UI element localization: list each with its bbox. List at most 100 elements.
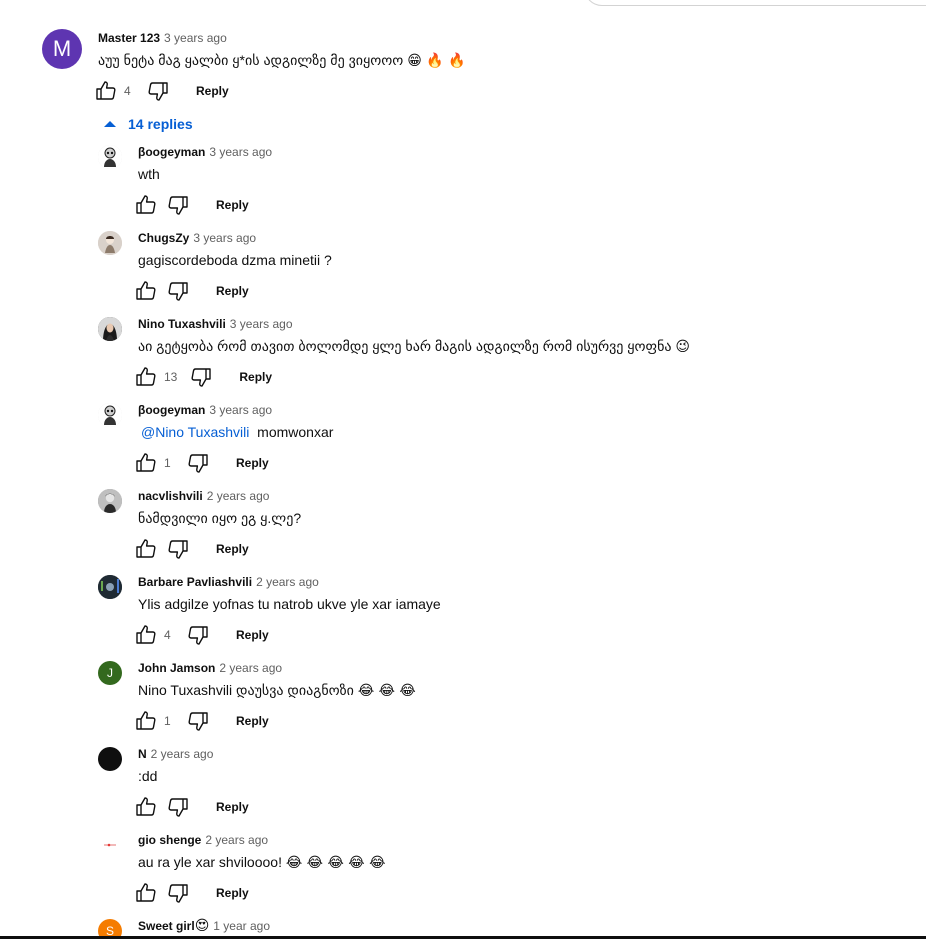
reply-button[interactable]: Reply bbox=[236, 714, 269, 728]
reply-button[interactable]: Reply bbox=[239, 370, 272, 384]
reply-time[interactable]: 3 years ago bbox=[193, 231, 256, 245]
like-icon[interactable] bbox=[134, 623, 158, 647]
reply-time[interactable]: 3 years ago bbox=[230, 317, 293, 331]
dislike-icon[interactable] bbox=[166, 881, 190, 905]
like-icon[interactable] bbox=[134, 365, 158, 389]
reply-time[interactable]: 2 years ago bbox=[151, 747, 214, 761]
reply-author[interactable]: John Jamson bbox=[138, 661, 215, 675]
replies-toggle-button[interactable]: 14 replies bbox=[100, 114, 193, 134]
like-icon[interactable] bbox=[134, 279, 158, 303]
reply-actions: Reply bbox=[134, 881, 249, 905]
reply-author[interactable]: gio shenge bbox=[138, 833, 201, 847]
dislike-icon[interactable] bbox=[166, 279, 190, 303]
like-count: 4 bbox=[164, 628, 171, 642]
dislike-icon[interactable] bbox=[189, 365, 213, 389]
avatar[interactable] bbox=[98, 317, 122, 341]
like-icon[interactable] bbox=[134, 537, 158, 561]
reply-text: Ylis adgilze yofnas tu natrob ukve yle x… bbox=[138, 594, 441, 614]
author-emoji: 😍 bbox=[194, 918, 210, 934]
like-count: 4 bbox=[124, 84, 131, 98]
reply-time[interactable]: 2 years ago bbox=[207, 489, 270, 503]
reply-actions: 13 Reply bbox=[134, 365, 272, 389]
reply-button[interactable]: Reply bbox=[216, 886, 249, 900]
dislike-icon[interactable] bbox=[146, 79, 170, 103]
reply-author[interactable]: N bbox=[138, 747, 147, 761]
reply-header: βoogeyman 3 years ago bbox=[138, 402, 272, 418]
dislike-icon[interactable] bbox=[166, 193, 190, 217]
reply-text: Nino Tuxashvili დაუსვა დიაგნოზი 😂 😂 😂 bbox=[138, 680, 416, 701]
like-icon[interactable] bbox=[134, 881, 158, 905]
dislike-icon[interactable] bbox=[186, 623, 210, 647]
reply-author[interactable]: Barbare Pavliashvili bbox=[138, 575, 252, 589]
reply-time[interactable]: 1 year ago bbox=[213, 919, 270, 933]
reply-button[interactable]: Reply bbox=[216, 542, 249, 556]
reply-body: Nino Tuxashvili დაუსვა დიაგნოზი bbox=[138, 682, 354, 698]
reply-header: Nino Tuxashvili 3 years ago bbox=[138, 316, 293, 332]
reply-author[interactable]: Sweet girl bbox=[138, 919, 195, 933]
reply-button[interactable]: Reply bbox=[236, 456, 269, 470]
reply-button[interactable]: Reply bbox=[216, 800, 249, 814]
reply-time[interactable]: 3 years ago bbox=[209, 403, 272, 417]
reply-actions: 4 Reply bbox=[134, 623, 269, 647]
reply-actions: 1 Reply bbox=[134, 709, 269, 733]
reply-header: N 2 years ago bbox=[138, 746, 213, 762]
reply-text: gagiscordeboda dzma minetii ? bbox=[138, 250, 332, 270]
reply-time[interactable]: 2 years ago bbox=[256, 575, 319, 589]
avatar[interactable] bbox=[98, 403, 122, 427]
reply-header: Barbare Pavliashvili 2 years ago bbox=[138, 574, 319, 590]
avatar[interactable]: J bbox=[98, 661, 122, 685]
like-icon[interactable] bbox=[94, 79, 118, 103]
like-icon[interactable] bbox=[134, 451, 158, 475]
mention-link[interactable]: @Nino Tuxashvili bbox=[141, 424, 249, 440]
comment-header: Master 123 3 years ago bbox=[98, 30, 227, 46]
like-count: 1 bbox=[164, 714, 171, 728]
reply-body: momwonxar bbox=[257, 424, 334, 440]
reply-body: au ra yle xar shviloooo! bbox=[138, 854, 282, 870]
avatar[interactable] bbox=[98, 145, 122, 169]
reply-button[interactable]: Reply bbox=[196, 84, 229, 98]
reply-text: ნამდვილი იყო ეგ ყ.ლე? bbox=[138, 508, 301, 528]
reply-header: Sweet girl😍 1 year ago bbox=[138, 918, 270, 934]
reply-text: au ra yle xar shviloooo! 😂 😂 😂 😂 😂 bbox=[138, 852, 385, 873]
avatar[interactable] bbox=[98, 489, 122, 513]
dislike-icon[interactable] bbox=[166, 537, 190, 561]
reply-author[interactable]: nacvlishvili bbox=[138, 489, 203, 503]
reply-time[interactable]: 2 years ago bbox=[219, 661, 282, 675]
reply-author[interactable]: βoogeyman bbox=[138, 403, 205, 417]
reply-text: :dd bbox=[138, 766, 157, 786]
avatar[interactable] bbox=[98, 833, 122, 857]
reply-time[interactable]: 3 years ago bbox=[209, 145, 272, 159]
reply-text: აი გეტყობა რომ თავით ბოლომდე ყლე ხარ მაგ… bbox=[138, 336, 690, 357]
like-icon[interactable] bbox=[134, 709, 158, 733]
reply-author[interactable]: βoogeyman bbox=[138, 145, 205, 159]
avatar-letter: J bbox=[107, 666, 113, 680]
reply-header: John Jamson 2 years ago bbox=[138, 660, 282, 676]
reply-emojis: 😂 😂 😂 bbox=[357, 683, 416, 699]
like-icon[interactable] bbox=[134, 795, 158, 819]
replies-count-label: 14 replies bbox=[128, 116, 193, 132]
reply-header: βoogeyman 3 years ago bbox=[138, 144, 272, 160]
reply-button[interactable]: Reply bbox=[236, 628, 269, 642]
reply-actions: Reply bbox=[134, 193, 249, 217]
reply-button[interactable]: Reply bbox=[216, 198, 249, 212]
comment-author[interactable]: Master 123 bbox=[98, 31, 160, 45]
search-box-edge[interactable] bbox=[584, 0, 926, 6]
dislike-icon[interactable] bbox=[186, 709, 210, 733]
reply-text: @Nino Tuxashvili momwonxar bbox=[138, 422, 333, 442]
reply-body: :dd bbox=[138, 768, 158, 784]
reply-author[interactable]: Nino Tuxashvili bbox=[138, 317, 226, 331]
avatar-letter: M bbox=[52, 36, 72, 61]
reply-button[interactable]: Reply bbox=[216, 284, 249, 298]
avatar[interactable] bbox=[98, 231, 122, 255]
dislike-icon[interactable] bbox=[166, 795, 190, 819]
reply-author[interactable]: ChugsZy bbox=[138, 231, 189, 245]
avatar[interactable]: M bbox=[42, 29, 82, 69]
like-icon[interactable] bbox=[134, 193, 158, 217]
avatar[interactable] bbox=[98, 747, 122, 771]
avatar[interactable] bbox=[98, 575, 122, 599]
comment-time[interactable]: 3 years ago bbox=[164, 31, 227, 45]
dislike-icon[interactable] bbox=[186, 451, 210, 475]
caret-up-icon bbox=[104, 121, 116, 127]
reply-time[interactable]: 2 years ago bbox=[205, 833, 268, 847]
comment-actions: 4 Reply bbox=[94, 79, 229, 103]
